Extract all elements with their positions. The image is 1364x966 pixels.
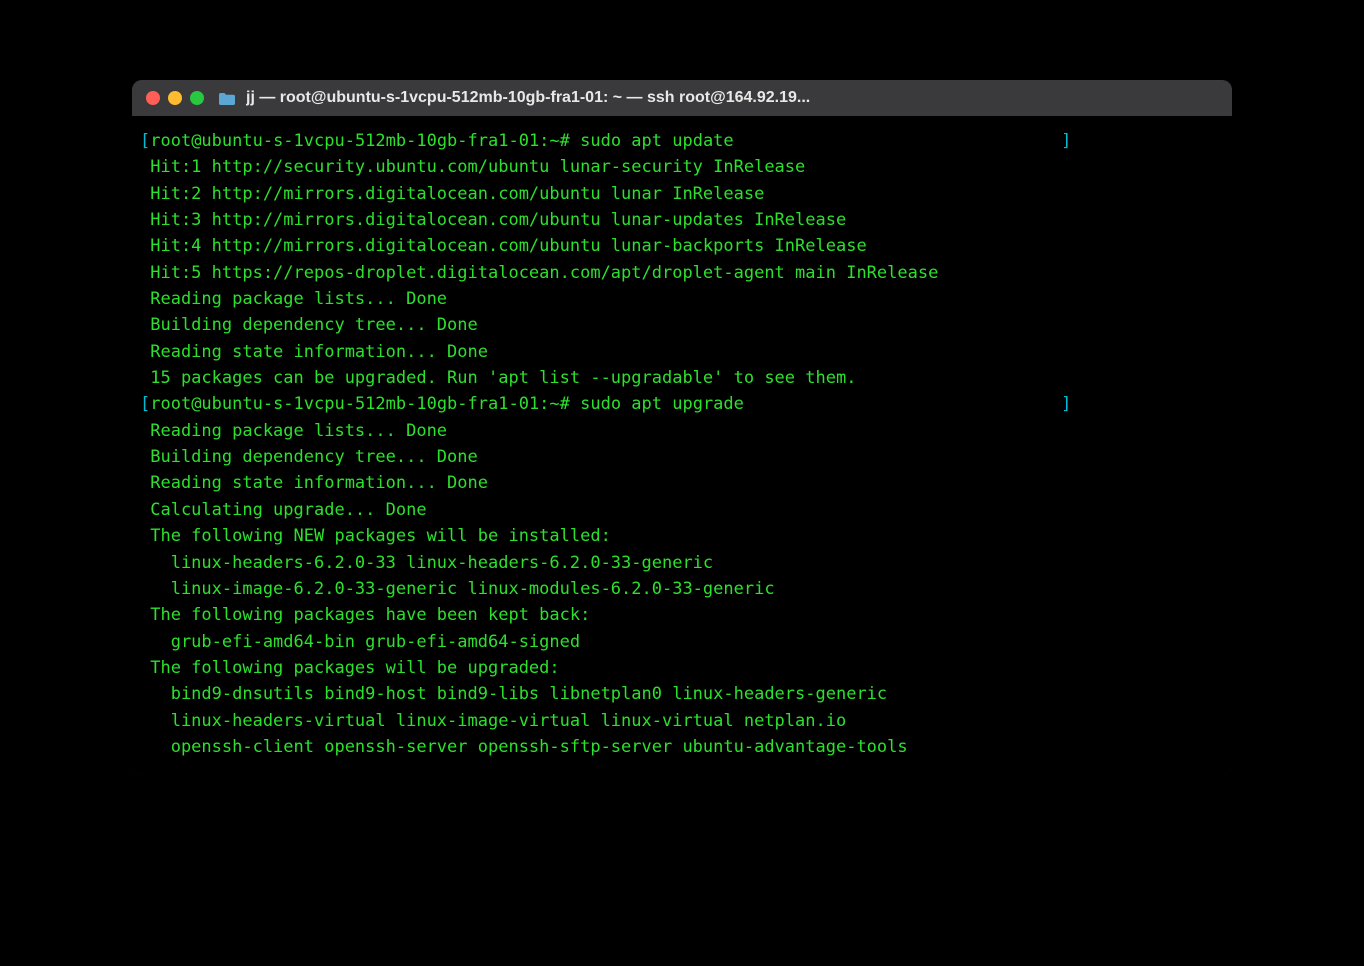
terminal-output-text: The following NEW packages will be insta…	[140, 526, 611, 546]
terminal-line: 15 packages can be upgraded. Run 'apt li…	[140, 365, 1224, 391]
terminal-line: openssh-client openssh-server openssh-sf…	[140, 734, 1224, 760]
terminal-line: The following packages have been kept ba…	[140, 602, 1224, 628]
terminal-line: bind9-dnsutils bind9-host bind9-libs lib…	[140, 681, 1224, 707]
prompt-bracket-close: ]	[1061, 394, 1071, 414]
terminal-line: Hit:1 http://security.ubuntu.com/ubuntu …	[140, 154, 1224, 180]
terminal-output-text: bind9-dnsutils bind9-host bind9-libs lib…	[140, 684, 887, 704]
terminal-output-text: grub-efi-amd64-bin grub-efi-amd64-signed	[140, 632, 580, 652]
terminal-output-text: linux-image-6.2.0-33-generic linux-modul…	[140, 579, 775, 599]
terminal-line: [root@ubuntu-s-1vcpu-512mb-10gb-fra1-01:…	[140, 391, 1224, 417]
terminal-output-text: 15 packages can be upgraded. Run 'apt li…	[140, 368, 856, 388]
terminal-output-text: Calculating upgrade... Done	[140, 500, 427, 520]
terminal-output-text: Hit:3 http://mirrors.digitalocean.com/ub…	[140, 210, 846, 230]
terminal-output-text: Reading package lists... Done	[140, 289, 447, 309]
terminal-line: Reading state information... Done	[140, 339, 1224, 365]
terminal-line: The following packages will be upgraded:	[140, 655, 1224, 681]
terminal-line: Reading state information... Done	[140, 470, 1224, 496]
terminal-line: grub-efi-amd64-bin grub-efi-amd64-signed	[140, 629, 1224, 655]
maximize-button[interactable]	[190, 91, 204, 105]
terminal-output-text: Reading state information... Done	[140, 342, 488, 362]
terminal-line: Hit:4 http://mirrors.digitalocean.com/ub…	[140, 233, 1224, 259]
terminal-line: Building dependency tree... Done	[140, 312, 1224, 338]
terminal-output-text: openssh-client openssh-server openssh-sf…	[140, 737, 908, 757]
terminal-output-text: Hit:2 http://mirrors.digitalocean.com/ub…	[140, 184, 764, 204]
terminal-line: [root@ubuntu-s-1vcpu-512mb-10gb-fra1-01:…	[140, 128, 1224, 154]
terminal-output-text: Hit:4 http://mirrors.digitalocean.com/ub…	[140, 236, 867, 256]
terminal-output-text: The following packages have been kept ba…	[140, 605, 590, 625]
terminal-output-text: Reading state information... Done	[140, 473, 488, 493]
terminal-output-text: Hit:1 http://security.ubuntu.com/ubuntu …	[140, 157, 805, 177]
traffic-lights	[146, 91, 204, 105]
minimize-button[interactable]	[168, 91, 182, 105]
terminal-output[interactable]: [root@ubuntu-s-1vcpu-512mb-10gb-fra1-01:…	[140, 128, 1224, 760]
folder-icon	[218, 91, 236, 105]
terminal-output-text: linux-headers-virtual linux-image-virtua…	[140, 711, 846, 731]
title-bar[interactable]: jj — root@ubuntu-s-1vcpu-512mb-10gb-fra1…	[132, 80, 1232, 116]
terminal-body[interactable]: [root@ubuntu-s-1vcpu-512mb-10gb-fra1-01:…	[132, 116, 1232, 776]
terminal-line: linux-headers-6.2.0-33 linux-headers-6.2…	[140, 550, 1224, 576]
terminal-line: The following NEW packages will be insta…	[140, 523, 1224, 549]
window-title: jj — root@ubuntu-s-1vcpu-512mb-10gb-fra1…	[246, 89, 1218, 107]
prompt-bracket-close: ]	[1061, 131, 1071, 151]
shell-command: sudo apt update	[570, 131, 734, 151]
prompt-bracket-open: [	[140, 131, 150, 151]
terminal-output-text: linux-headers-6.2.0-33 linux-headers-6.2…	[140, 553, 713, 573]
terminal-output-text: Building dependency tree... Done	[140, 447, 478, 467]
terminal-line: Hit:2 http://mirrors.digitalocean.com/ub…	[140, 181, 1224, 207]
terminal-line: Reading package lists... Done	[140, 418, 1224, 444]
close-button[interactable]	[146, 91, 160, 105]
terminal-output-text: The following packages will be upgraded:	[140, 658, 560, 678]
terminal-line: Hit:5 https://repos-droplet.digitalocean…	[140, 260, 1224, 286]
terminal-line: linux-headers-virtual linux-image-virtua…	[140, 708, 1224, 734]
terminal-line: Reading package lists... Done	[140, 286, 1224, 312]
shell-prompt: root@ubuntu-s-1vcpu-512mb-10gb-fra1-01:~…	[150, 131, 570, 151]
terminal-line: linux-image-6.2.0-33-generic linux-modul…	[140, 576, 1224, 602]
terminal-output-text: Building dependency tree... Done	[140, 315, 478, 335]
shell-prompt: root@ubuntu-s-1vcpu-512mb-10gb-fra1-01:~…	[150, 394, 570, 414]
terminal-window: jj — root@ubuntu-s-1vcpu-512mb-10gb-fra1…	[132, 80, 1232, 776]
terminal-output-text: Hit:5 https://repos-droplet.digitalocean…	[140, 263, 938, 283]
terminal-line: Hit:3 http://mirrors.digitalocean.com/ub…	[140, 207, 1224, 233]
prompt-bracket-open: [	[140, 394, 150, 414]
terminal-line: Calculating upgrade... Done	[140, 497, 1224, 523]
shell-command: sudo apt upgrade	[570, 394, 744, 414]
terminal-line: Building dependency tree... Done	[140, 444, 1224, 470]
terminal-output-text: Reading package lists... Done	[140, 421, 447, 441]
